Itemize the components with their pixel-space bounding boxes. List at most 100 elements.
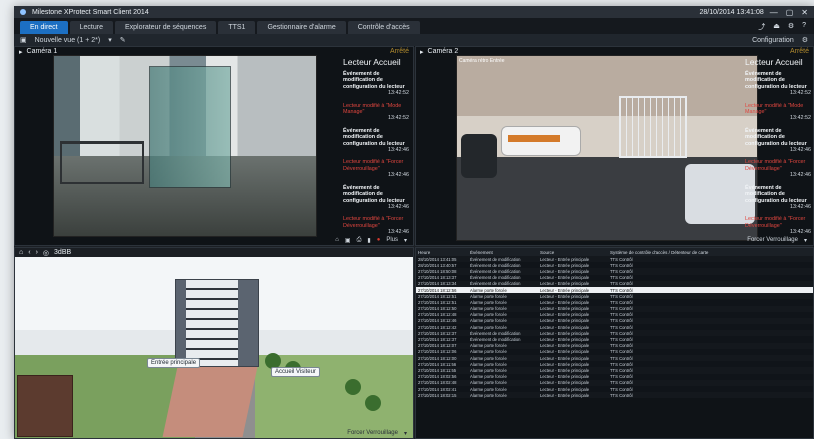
column-header[interactable]: Heure [418,250,470,255]
table-cell: Lecteur - Entrée principale [540,330,590,336]
lock-icon[interactable]: ▮ [367,237,370,244]
help-icon[interactable]: ? [802,22,806,32]
table-row[interactable]: 28/10/2014 13:41:05 Événement de modifica… [416,256,813,263]
settings-icon[interactable]: ⚙ [788,22,794,32]
event-item[interactable]: Événement de modification de configurati… [343,71,409,97]
table-cell: Lecteur - Entrée principale [540,367,590,373]
print-icon[interactable]: ⎙ [357,237,362,244]
table-cell: Alarme porte forcée [470,287,507,293]
event-item[interactable]: Événement de modification de configurati… [343,185,409,211]
event-time: 13:42:52 [790,115,811,122]
map-label-entrance[interactable]: Entrée principale [147,358,201,368]
table-cell: TTS Contrôl [610,386,633,392]
table-row[interactable]: 28/10/2014 13:40:57 Événement de modifica… [416,262,813,269]
table-row[interactable]: 27/10/2014 18:12:56 Alarme porte forcée Le… [416,286,813,294]
view-selector[interactable]: Nouvelle vue (1 + 2*) [35,37,101,44]
view-selector-icon[interactable]: ▣ [20,36,27,44]
force-lock-button-2[interactable]: Forcer Verrouillage [747,237,798,243]
configuration-icon[interactable]: ⚙ [802,36,808,44]
table-row[interactable]: 27/10/2014 18:12:42 Alarme porte forcée Le… [416,324,813,331]
table-row[interactable]: 27/10/2014 18:13:37 Événement de modifica… [416,274,813,281]
table-row[interactable]: 27/10/2014 18:12:07 Alarme porte forcée Le… [416,342,813,349]
table-cell: TTS Contrôl [610,343,633,349]
table-row[interactable]: 27/10/2014 18:50:08 Événement de modifica… [416,268,813,275]
table-row[interactable]: 27/10/2014 18:13:34 Événement de modifica… [416,280,813,287]
table-cell: TTS Contrôl [610,287,633,293]
force-lock-button-1[interactable]: Forcer Verrouillage [347,430,398,436]
map-3d-view[interactable]: Entrée principale Accueil Visiteur [15,257,413,438]
forward-icon[interactable]: › [36,249,38,256]
camera-2-video[interactable]: Caméra rétro Entrée [456,55,758,241]
title-bar: Milestone XProtect Smart Client 2014 28/… [14,6,814,18]
table-cell: Lecteur - Entrée principale [540,355,590,361]
table-row[interactable]: 27/10/2014 18:12:00 Alarme porte forcée Le… [416,355,813,362]
table-row[interactable]: 27/10/2014 18:02:15 Alarme porte forcée Le… [416,392,813,399]
table-row[interactable]: 27/10/2014 18:12:06 Alarme porte forcée Le… [416,348,813,355]
alarm-icon[interactable]: ⏏ [773,22,780,32]
event-log-pane[interactable]: Heure Événement Source Système de contrôle … [415,247,814,439]
more-button[interactable]: Plus [386,237,398,243]
event-item[interactable]: Événement de modification de configurati… [343,128,409,154]
column-header[interactable]: Système de contrôle d'accès / Détenteur … [610,250,813,255]
home-icon[interactable]: ⌂ [19,249,23,256]
record-icon[interactable]: ● [377,237,381,243]
camera-2-pane[interactable]: ▸ Caméra 2 Arrêté Caméra rétro Entrée Le… [415,46,814,246]
tab-4[interactable]: Gestionnaire d'alarme [257,21,346,34]
camera-icon[interactable]: ⌂ [335,237,339,243]
table-cell: Événement de modification [470,268,521,274]
snapshot-icon[interactable]: ▣ [345,237,351,244]
camera-1-video[interactable] [53,55,317,237]
minimize-icon[interactable]: — [770,8,778,17]
table-row[interactable]: 27/10/2014 18:02:56 Alarme porte forcée Le… [416,373,813,380]
column-header[interactable]: Événement [470,250,540,255]
event-item[interactable]: Lecteur modifié à "Forcer Déverrouillage… [745,159,811,178]
event-item[interactable]: Événement de modification de configurati… [745,128,811,154]
camera-1-pane[interactable]: ▸ Caméra 1 Arrêté Lecteur Accueil Événem… [14,46,414,246]
tab-0[interactable]: En direct [20,21,68,34]
building-background [457,56,757,116]
table-row[interactable]: 27/10/2014 18:12:46 Alarme porte forcée Le… [416,317,813,325]
event-item[interactable]: Lecteur modifié à "Forcer Déverrouillage… [343,216,409,235]
table-row[interactable]: 27/10/2014 18:12:50 Alarme porte forcée Le… [416,305,813,312]
tab-5[interactable]: Contrôle d'accès [347,21,420,34]
back-icon[interactable]: ‹ [28,249,30,256]
globe-icon[interactable]: ◎ [43,249,49,257]
event-text: Lecteur modifié à "Forcer Déverrouillage… [745,159,806,172]
table-row[interactable]: 27/10/2014 18:02:41 Alarme porte forcée Le… [416,385,813,393]
tab-2[interactable]: Explorateur de séquences [114,21,217,34]
table-cell: Lecteur - Entrée principale [540,262,590,268]
force-lock-chevron-icon-2[interactable]: ▾ [804,237,807,244]
table-row[interactable]: 27/10/2014 18:02:48 Alarme porte forcée Le… [416,379,813,386]
tab-3[interactable]: TTS1 [218,21,256,34]
column-header[interactable]: Source [540,250,610,255]
map-label-reception[interactable]: Accueil Visiteur [271,367,320,377]
window-controls: — ▢ ✕ [770,8,808,17]
table-row[interactable]: 27/10/2014 18:11:55 Alarme porte forcée Le… [416,367,813,374]
table-row[interactable]: 27/10/2014 18:12:51 Alarme porte forcée Le… [416,299,813,306]
office-building[interactable] [175,279,259,367]
force-lock-chevron-icon-1[interactable]: ▾ [404,430,407,437]
table-row[interactable]: 27/10/2014 18:12:51 Alarme porte forcée Le… [416,293,813,300]
view-dropdown-chevron-icon[interactable]: ▾ [108,36,112,44]
tab-1[interactable]: Lecture [69,21,113,34]
event-item[interactable]: Événement de modification de configurati… [745,71,811,97]
event-item[interactable]: Lecteur modifié à "Forcer Déverrouillage… [343,159,409,178]
map-pane[interactable]: ⌂ ‹ › ◎ 3dBB Entrée principale Accueil V… [14,247,414,439]
more-chevron-icon[interactable]: ▾ [404,237,407,244]
tool-icon[interactable]: ✎ [120,36,126,44]
configuration-button[interactable]: Configuration [752,37,794,44]
table-row[interactable]: 27/10/2014 18:12:37 Événement de modifica… [416,330,813,337]
maximize-icon[interactable]: ▢ [786,8,794,17]
table-row[interactable]: 27/10/2014 18:12:37 Événement de modifica… [416,336,813,343]
close-icon[interactable]: ✕ [801,8,808,17]
table-row[interactable]: 27/10/2014 18:12:48 Alarme porte forcée Le… [416,311,813,318]
event-item[interactable]: Événement de modification de configurati… [745,185,811,211]
event-item[interactable]: Lecteur modifié à "Forcer Déverrouillage… [745,216,811,235]
table-cell: 27/10/2014 18:12:56 [418,287,457,293]
event-item[interactable]: Lecteur modifié à "Mode Manage" 13:42:52 [343,103,409,122]
share-icon[interactable]: ⤴ [758,22,765,32]
table-row[interactable]: 27/10/2014 18:11:56 Alarme porte forcée Le… [416,361,813,368]
gate-fence [619,96,687,158]
event-item[interactable]: Lecteur modifié à "Mode Manage" 13:42:52 [745,103,811,122]
table-cell: Alarme porte forcée [470,324,507,330]
